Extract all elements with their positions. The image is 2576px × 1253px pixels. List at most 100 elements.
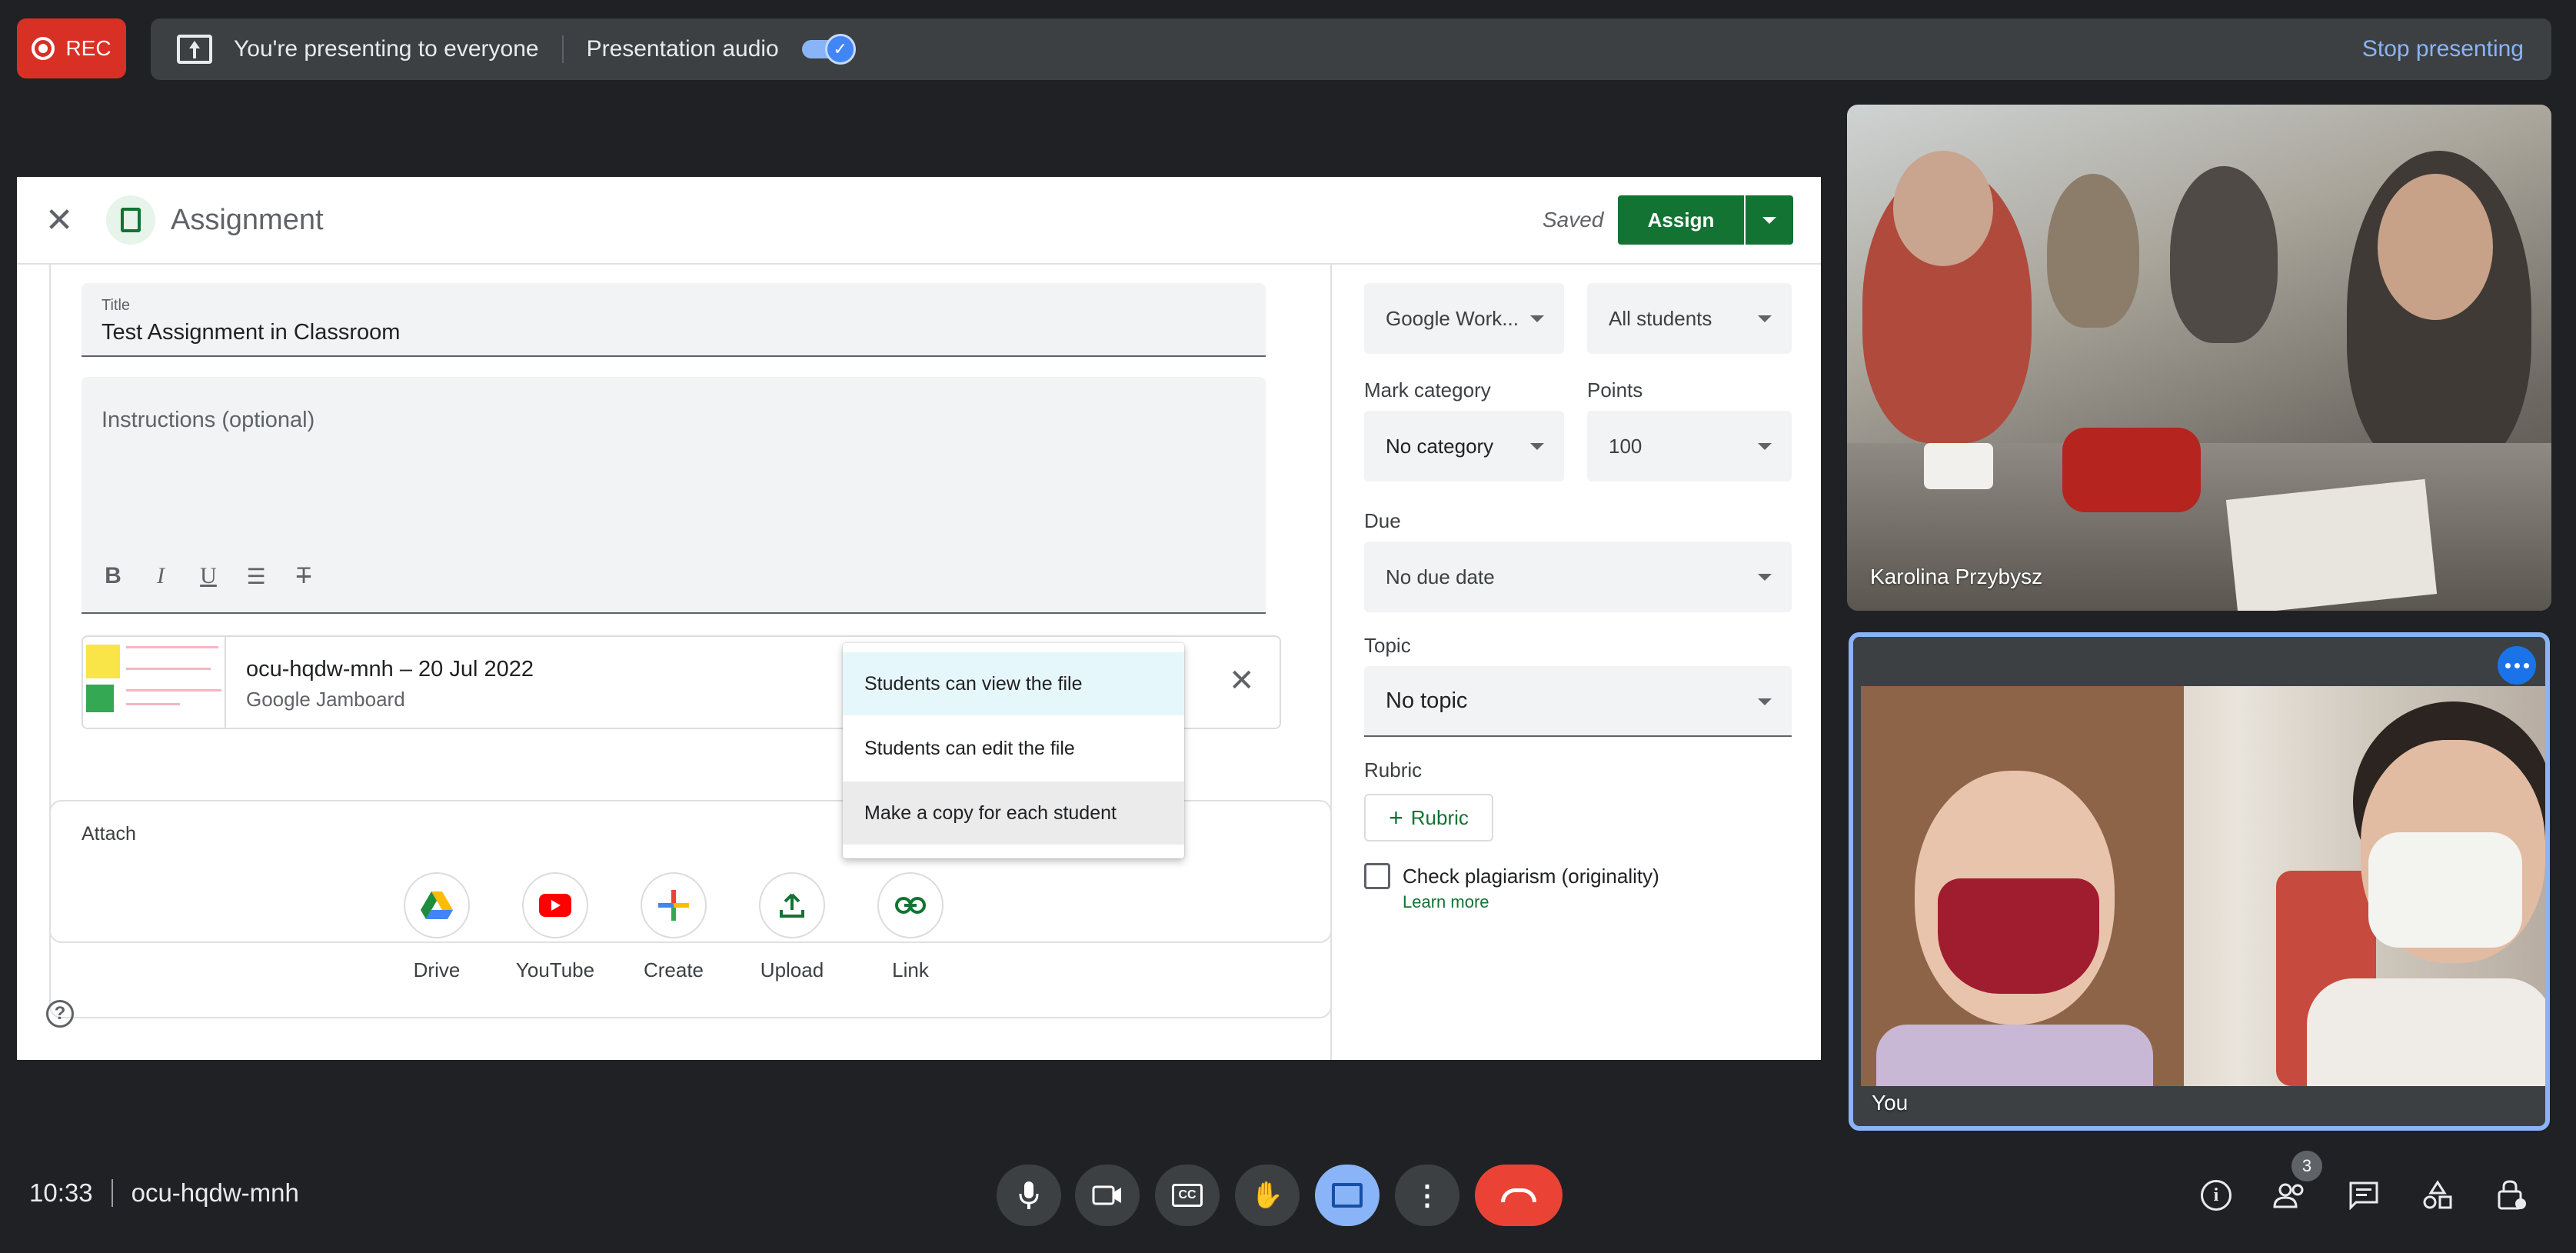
mark-category-label: Mark category [1364,378,1491,402]
microphone-icon [1019,1181,1039,1209]
assignment-icon [106,195,155,245]
more-options-icon[interactable] [2498,646,2536,685]
more-vert-icon: ⋮ [1413,1179,1441,1211]
recording-indicator: REC [17,18,126,78]
close-icon[interactable]: ✕ [40,201,78,240]
attachment-name: ocu-hqdw-mnh – 20 Jul 2022 [246,657,534,681]
underline-icon[interactable]: U [192,560,225,592]
camera-button[interactable] [1075,1165,1140,1226]
attach-link-button[interactable]: Link [864,872,957,982]
chevron-down-icon [1758,698,1772,705]
captions-icon: CC [1172,1184,1203,1207]
captions-button[interactable]: CC [1155,1165,1220,1226]
hand-icon: ✋ [1250,1180,1284,1211]
page-title: Assignment [171,203,324,236]
more-options-button[interactable]: ⋮ [1395,1165,1459,1226]
microphone-button[interactable] [997,1165,1061,1226]
chevron-down-icon [1758,315,1772,322]
activities-icon [2423,1180,2452,1209]
points-select[interactable]: 100 [1587,411,1792,482]
meeting-details-button[interactable]: i [2193,1174,2239,1217]
plagiarism-checkbox[interactable] [1364,863,1390,889]
attach-create-button[interactable]: Create [627,872,720,982]
clear-formatting-icon[interactable]: T [288,560,320,592]
due-select[interactable]: No due date [1364,542,1792,612]
menu-item-edit[interactable]: Students can edit the file [843,717,1184,780]
upload-icon [759,872,825,938]
present-screen-icon [177,35,212,64]
assign-button[interactable]: Assign [1618,195,1744,245]
title-field[interactable]: Title Test Assignment in Classroom [82,283,1266,357]
chevron-down-icon [1758,443,1772,450]
attach-link-label: Link [892,958,929,981]
assignment-header: ✕ Assignment Saved Assign [17,177,1821,265]
chevron-down-icon [1762,216,1776,224]
remove-attachment-icon[interactable]: ✕ [1229,663,1255,698]
meeting-info: 10:33 ocu-hqdw-mnh [29,1178,299,1208]
points-value: 100 [1609,434,1642,458]
format-toolbar: B I U ☰ T [97,560,320,592]
chevron-down-icon [1530,315,1544,322]
stop-presenting-button[interactable]: Stop presenting [2362,36,2524,62]
presenting-text: You're presenting to everyone [234,36,539,62]
lock-person-icon [2498,1180,2526,1210]
camera-icon [1092,1185,1121,1205]
students-select[interactable]: All students [1587,283,1792,354]
check-icon: ✓ [824,34,856,65]
saved-status: Saved [1543,208,1604,232]
points-label: Points [1587,378,1643,402]
add-rubric-button[interactable]: + Rubric [1364,794,1493,841]
italic-icon[interactable]: I [145,560,177,592]
help-icon[interactable]: ? [46,1000,74,1028]
class-select[interactable]: Google Work... [1364,283,1564,354]
attach-drive-label: Drive [413,958,461,981]
rec-label: REC [65,36,111,60]
participant-tile-karolina[interactable]: Karolina Przybysz [1847,105,2551,611]
share-permission-menu: Students can view the file Students can … [843,643,1184,858]
assign-options-button[interactable] [1746,195,1793,245]
end-call-icon [1501,1188,1536,1202]
link-icon [877,872,944,938]
present-screen-icon [1332,1183,1363,1208]
students-select-value: All students [1609,306,1712,330]
meeting-code: ocu-hqdw-mnh [131,1178,299,1207]
presenting-bar: You're presenting to everyone Presentati… [151,18,2551,80]
presentation-audio-toggle[interactable]: ✓ [801,34,856,65]
plus-icon: + [1389,803,1403,831]
menu-item-view[interactable]: Students can view the file [843,652,1184,715]
participant-tile-self[interactable]: You [1849,632,2550,1131]
clock-time: 10:33 [29,1178,93,1207]
title-field-value: Test Assignment in Classroom [102,320,401,345]
title-field-label: Title [102,297,131,314]
raise-hand-button[interactable]: ✋ [1235,1165,1300,1226]
instructions-field[interactable]: Instructions (optional) B I U ☰ T [82,377,1266,614]
people-count-badge: 3 [2291,1151,2322,1181]
instructions-placeholder: Instructions (optional) [102,408,315,432]
youtube-icon [522,872,588,938]
plagiarism-label: Check plagiarism (originality) [1403,865,1659,888]
attach-drive-button[interactable]: Drive [391,872,483,982]
host-controls-button[interactable] [2488,1174,2534,1217]
attach-youtube-button[interactable]: YouTube [509,872,601,982]
attach-youtube-label: YouTube [515,958,595,981]
shared-screen: ✕ Assignment Saved Assign Title Test Ass… [17,177,1821,1060]
leave-call-button[interactable] [1475,1165,1563,1226]
menu-item-copy[interactable]: Make a copy for each student [843,781,1184,845]
create-plus-icon [641,872,707,938]
attachment-type: Google Jamboard [246,688,405,711]
present-now-button[interactable] [1315,1165,1380,1226]
info-icon: i [2201,1180,2232,1211]
divider [561,35,564,63]
bold-icon[interactable]: B [97,560,129,592]
topic-value: No topic [1386,688,1468,713]
topic-select[interactable]: No topic [1364,666,1792,737]
mark-category-select[interactable]: No category [1364,411,1564,482]
activities-button[interactable] [2415,1174,2461,1217]
learn-more-link[interactable]: Learn more [1403,892,1489,912]
attach-upload-button[interactable]: Upload [746,872,838,982]
participant-name: Karolina Przybysz [1870,565,2043,588]
attach-create-label: Create [643,958,704,981]
bulleted-list-icon[interactable]: ☰ [240,560,272,592]
participant-name: You [1872,1091,1909,1115]
chat-button[interactable] [2341,1174,2387,1217]
